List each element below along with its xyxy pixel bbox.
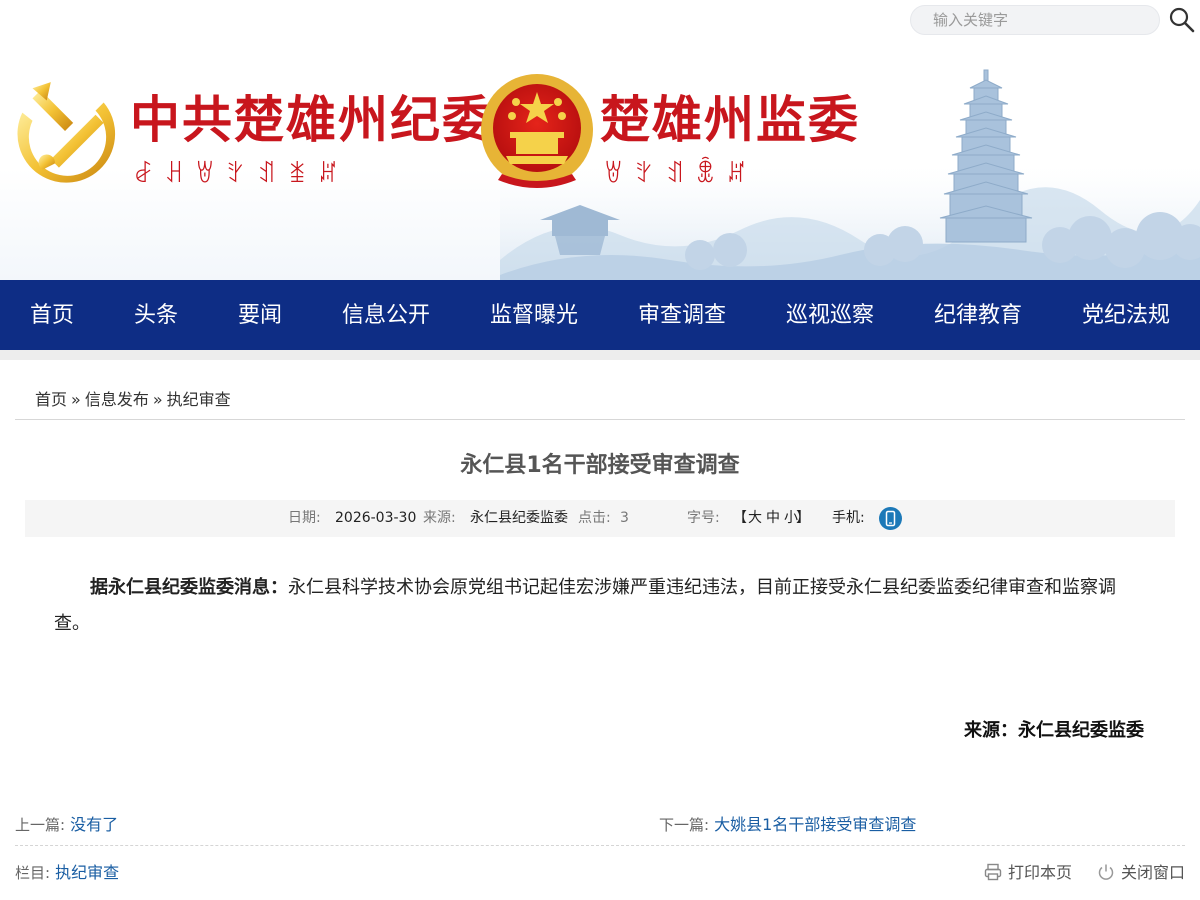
nav-item-news[interactable]: 要闻 — [238, 280, 282, 350]
mobile-phone-icon[interactable] — [879, 507, 902, 530]
printer-icon — [984, 863, 1002, 881]
breadcrumb-home[interactable]: 首页 — [35, 390, 67, 409]
search-icon[interactable] — [1168, 6, 1196, 34]
fontsize-bracket-close: 】 — [796, 510, 810, 526]
next-label: 下一篇: — [659, 816, 710, 834]
power-icon — [1098, 864, 1114, 880]
column-link[interactable]: 执纪审查 — [55, 863, 119, 882]
nav-item-regulations[interactable]: 党纪法规 — [1082, 280, 1170, 350]
breadcrumb-separator: » — [71, 390, 81, 409]
party-emblem-icon — [17, 82, 116, 183]
fontsize-large-button[interactable]: 大 — [748, 500, 762, 537]
print-label: 打印本页 — [1008, 863, 1073, 882]
nav-item-disclosure[interactable]: 信息公开 — [342, 280, 430, 350]
nav-item-exposure[interactable]: 监督曝光 — [490, 280, 578, 350]
fontsize-medium-button[interactable]: 中 — [766, 500, 780, 537]
prev-article: 上一篇: 没有了 — [15, 811, 118, 835]
search-box — [910, 5, 1160, 35]
national-emblem-icon — [481, 74, 593, 188]
supervisory-commission-title: 楚雄州监委 — [600, 91, 860, 149]
breadcrumb: 首页» 信息发布» 执纪审查 — [35, 386, 231, 410]
column-label: 栏目: — [15, 864, 51, 882]
article-lead: 据永仁县纪委监委消息： — [90, 577, 288, 598]
nav-item-education[interactable]: 纪律教育 — [934, 280, 1022, 350]
clicks-value: 3 — [620, 510, 629, 526]
party-commission-title: 中共楚雄州纪委 — [130, 91, 494, 149]
next-article-link[interactable]: 大姚县1名干部接受审查调查 — [714, 815, 916, 834]
fontsize-label: 字号: — [687, 510, 720, 526]
article-meta: 日期: 2026-03-30 来源: 永仁县纪委监委 点击: 3 字号: 【 大… — [25, 500, 1175, 537]
nav-item-headlines[interactable]: 头条 — [134, 280, 178, 350]
nav-item-review[interactable]: 审查调查 — [638, 280, 726, 350]
supervisory-commission-title-yi: ꇐꇬꀊꂬꏦ — [604, 160, 758, 188]
dashed-divider — [15, 845, 1185, 846]
next-article: 下一篇: 大姚县1名干部接受审查调查 — [659, 811, 916, 835]
close-window-button[interactable]: 关闭窗口 — [1097, 859, 1185, 883]
main-nav: 首页 头条 要闻 信息公开 监督曝光 审查调查 巡视巡察 纪律教育 党纪法规 — [0, 280, 1200, 350]
print-button[interactable]: 打印本页 — [984, 859, 1072, 883]
article-source-footer: 来源：永仁县纪委监委 — [964, 720, 1144, 741]
source-label: 来源: — [423, 510, 456, 526]
article-title: 永仁县1名干部接受审查调查 — [460, 453, 740, 478]
party-commission-title-yi: ꆀꃅꇐꇬꀊꁧꏦ — [134, 160, 350, 188]
article-body: 据永仁县纪委监委消息：永仁县科学技术协会原党组书记起佳宏涉嫌严重违纪违法，目前正… — [54, 570, 1139, 642]
prev-label: 上一篇: — [15, 816, 66, 834]
divider — [15, 419, 1185, 420]
close-label: 关闭窗口 — [1121, 863, 1186, 882]
column-info: 栏目: 执纪审查 — [15, 859, 119, 883]
date-value: 2026-03-30 — [335, 510, 417, 526]
breadcrumb-info[interactable]: 信息发布 — [85, 390, 149, 409]
source-value: 永仁县纪委监委 — [470, 510, 568, 526]
search-input[interactable] — [933, 6, 1153, 34]
breadcrumb-current[interactable]: 执纪审查 — [167, 390, 231, 409]
nav-item-home[interactable]: 首页 — [30, 280, 74, 350]
date-label: 日期: — [288, 510, 321, 526]
fontsize-bracket-open: 【 — [733, 510, 747, 526]
site-header: 中共楚雄州纪委 ꆀꃅꇐꇬꀊꁧꏦ 楚雄州监委 ꇐꇬꀊꂬꏦ — [0, 0, 1200, 280]
mobile-label: 手机: — [832, 510, 865, 526]
breadcrumb-separator: » — [152, 390, 163, 409]
nav-divider — [0, 350, 1200, 360]
prev-article-link[interactable]: 没有了 — [70, 815, 118, 834]
nav-item-inspection[interactable]: 巡视巡察 — [786, 280, 874, 350]
clicks-label: 点击: — [578, 510, 611, 526]
